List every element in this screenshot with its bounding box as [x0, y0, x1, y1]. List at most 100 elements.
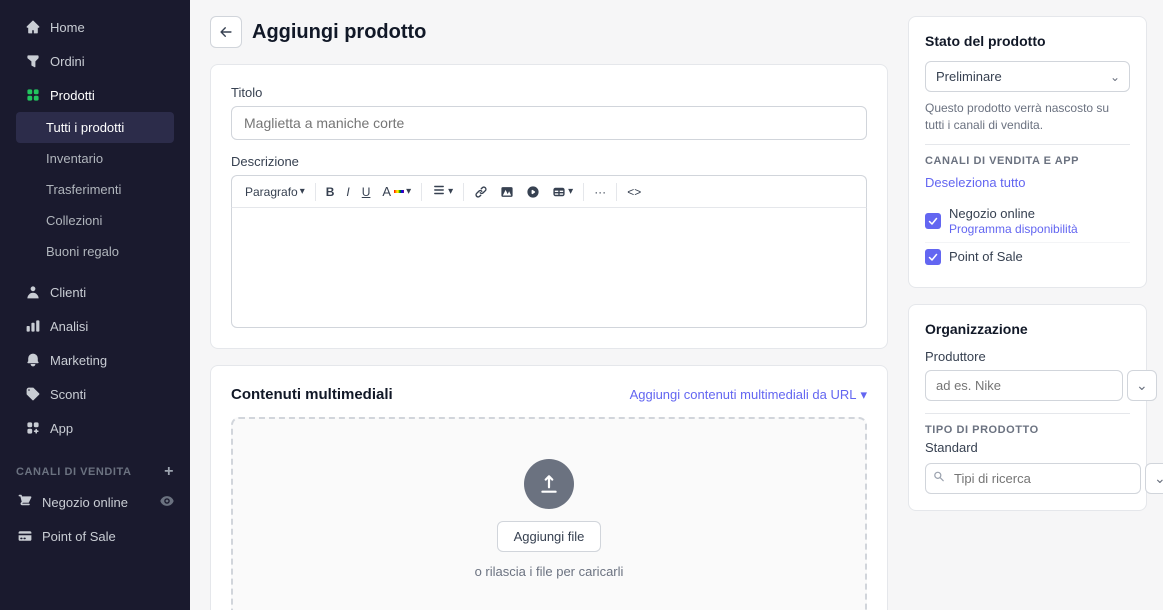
sidebar-item-home[interactable]: Home	[8, 10, 182, 44]
stato-card: Stato del prodotto Preliminare Attivo Ar…	[908, 16, 1147, 288]
code-btn[interactable]: <>	[622, 182, 646, 202]
sidebar-item-label: App	[50, 421, 73, 436]
org-divider	[925, 413, 1130, 414]
toolbar-divider	[421, 183, 422, 201]
sidebar-channel-label: Negozio online	[42, 495, 128, 510]
sidebar-channel-negozio[interactable]: Negozio online	[0, 485, 190, 519]
product-details-card: Titolo Descrizione Paragrafo ▾ B I U A ▾	[210, 64, 888, 349]
analytics-icon	[24, 317, 42, 335]
stato-hint: Questo prodotto verrà nascosto su tutti …	[925, 100, 1130, 134]
page-title: Aggiungi prodotto	[252, 21, 426, 44]
chevron-down-icon: ▾	[448, 186, 453, 197]
stato-select[interactable]: Preliminare Attivo Archiviato	[925, 61, 1130, 92]
produttore-label: Produttore	[925, 349, 1130, 364]
panel-divider	[925, 144, 1130, 145]
sidebar: Home Ordini Prodotti Tutti i prodotti In…	[0, 0, 190, 610]
sidebar-item-ordini[interactable]: Ordini	[8, 44, 182, 78]
add-channel-icon[interactable]: +	[164, 463, 174, 481]
sidebar-item-label: Marketing	[50, 353, 107, 368]
chevron-down-icon: ▾	[568, 186, 573, 197]
app-icon	[24, 419, 42, 437]
sidebar-item-sconti[interactable]: Sconti	[8, 377, 182, 411]
editor-toolbar: Paragrafo ▾ B I U A ▾	[231, 175, 867, 208]
tipo-search-input[interactable]	[925, 463, 1141, 494]
italic-btn[interactable]: I	[341, 182, 354, 202]
upload-icon	[524, 459, 574, 509]
sidebar-item-analisi[interactable]: Analisi	[8, 309, 182, 343]
orders-icon	[24, 52, 42, 70]
produttore-input[interactable]	[925, 370, 1123, 401]
deselect-all-link[interactable]: Deseleziona tutto	[925, 175, 1130, 190]
page-header: Aggiungi prodotto	[210, 16, 888, 48]
channel-negozio-name: Negozio online	[949, 206, 1130, 221]
produttore-expand-btn[interactable]: ⌄	[1127, 370, 1157, 401]
produttore-row: Produttore ⌄	[925, 349, 1130, 401]
upload-hint: o rilascia i file per caricarli	[475, 564, 624, 579]
sidebar-item-label: Sconti	[50, 387, 86, 402]
sidebar-subitem-tutti[interactable]: Tutti i prodotti	[16, 112, 174, 143]
tipo-value: Standard	[925, 440, 1130, 455]
underline-btn[interactable]: U	[357, 182, 376, 202]
channel-pos-name: Point of Sale	[949, 249, 1130, 264]
programma-disponibilita-link[interactable]: Programma disponibilità	[949, 222, 1078, 236]
color-btn[interactable]: A ▾	[377, 181, 416, 202]
sidebar-subitem-inventario[interactable]: Inventario	[8, 143, 182, 174]
video-btn[interactable]	[521, 182, 545, 202]
paragraph-btn[interactable]: Paragrafo ▾	[240, 182, 310, 202]
channels-section-label: CANALI DI VENDITA +	[0, 451, 190, 485]
channel-negozio-item: Negozio online Programma disponibilità	[925, 200, 1130, 242]
more-btn[interactable]: ···	[589, 182, 611, 202]
channel-pos-checkbox[interactable]	[925, 249, 941, 265]
pos-icon	[16, 527, 34, 545]
sidebar-item-label: Home	[50, 20, 85, 35]
toolbar-divider	[616, 183, 617, 201]
toolbar-divider	[463, 183, 464, 201]
image-btn[interactable]	[495, 182, 519, 202]
channel-negozio-checkbox[interactable]	[925, 213, 941, 229]
table-btn[interactable]: ▾	[547, 182, 578, 202]
align-icon	[432, 183, 446, 200]
media-title: Contenuti multimediali	[231, 386, 393, 403]
sidebar-subitem-buoni[interactable]: Buoni regalo	[8, 236, 182, 267]
align-btn[interactable]: ▾	[427, 180, 458, 203]
chevron-down-icon: ▾	[406, 186, 411, 197]
bold-btn[interactable]: B	[321, 182, 340, 202]
clients-icon	[24, 283, 42, 301]
sidebar-item-prodotti[interactable]: Prodotti	[8, 78, 182, 112]
sidebar-channel-pos[interactable]: Point of Sale	[0, 519, 190, 553]
sidebar-item-app[interactable]: App	[8, 411, 182, 445]
title-input[interactable]	[231, 106, 867, 140]
toolbar-divider	[583, 183, 584, 201]
back-button[interactable]	[210, 16, 242, 48]
channels-label: CANALI DI VENDITA E APP	[925, 155, 1130, 167]
discounts-icon	[24, 385, 42, 403]
right-panel: Stato del prodotto Preliminare Attivo Ar…	[908, 0, 1163, 610]
tipo-expand-btn[interactable]: ⌄	[1145, 463, 1163, 494]
products-icon	[24, 86, 42, 104]
sidebar-subitem-trasferimenti[interactable]: Trasferimenti	[8, 174, 182, 205]
channel-pos-item: Point of Sale	[925, 242, 1130, 271]
tipo-title: TIPO DI PRODOTTO	[925, 424, 1130, 436]
sidebar-item-clienti[interactable]: Clienti	[8, 275, 182, 309]
sidebar-item-marketing[interactable]: Marketing	[8, 343, 182, 377]
add-media-url-link[interactable]: Aggiungi contenuti multimediali da URL ▾	[630, 387, 867, 403]
eye-icon	[160, 494, 174, 511]
sidebar-channel-label: Point of Sale	[42, 529, 116, 544]
description-editor[interactable]	[231, 208, 867, 328]
toolbar-divider	[315, 183, 316, 201]
chevron-down-icon: ▾	[300, 186, 305, 197]
negozio-icon	[16, 493, 34, 511]
chevron-down-icon: ▾	[860, 387, 867, 403]
org-title: Organizzazione	[925, 321, 1130, 337]
upload-area[interactable]: Aggiungi file o rilascia i file per cari…	[231, 417, 867, 610]
add-file-button[interactable]: Aggiungi file	[497, 521, 602, 552]
sidebar-subitem-label: Inventario	[46, 151, 103, 166]
marketing-icon	[24, 351, 42, 369]
sidebar-item-label: Analisi	[50, 319, 88, 334]
sidebar-subitem-collezioni[interactable]: Collezioni	[8, 205, 182, 236]
media-header: Contenuti multimediali Aggiungi contenut…	[231, 386, 867, 403]
stato-select-wrapper: Preliminare Attivo Archiviato	[925, 61, 1130, 92]
link-btn[interactable]	[469, 182, 493, 202]
organizzazione-card: Organizzazione Produttore ⌄ TIPO DI PROD…	[908, 304, 1147, 511]
description-label: Descrizione	[231, 154, 867, 169]
